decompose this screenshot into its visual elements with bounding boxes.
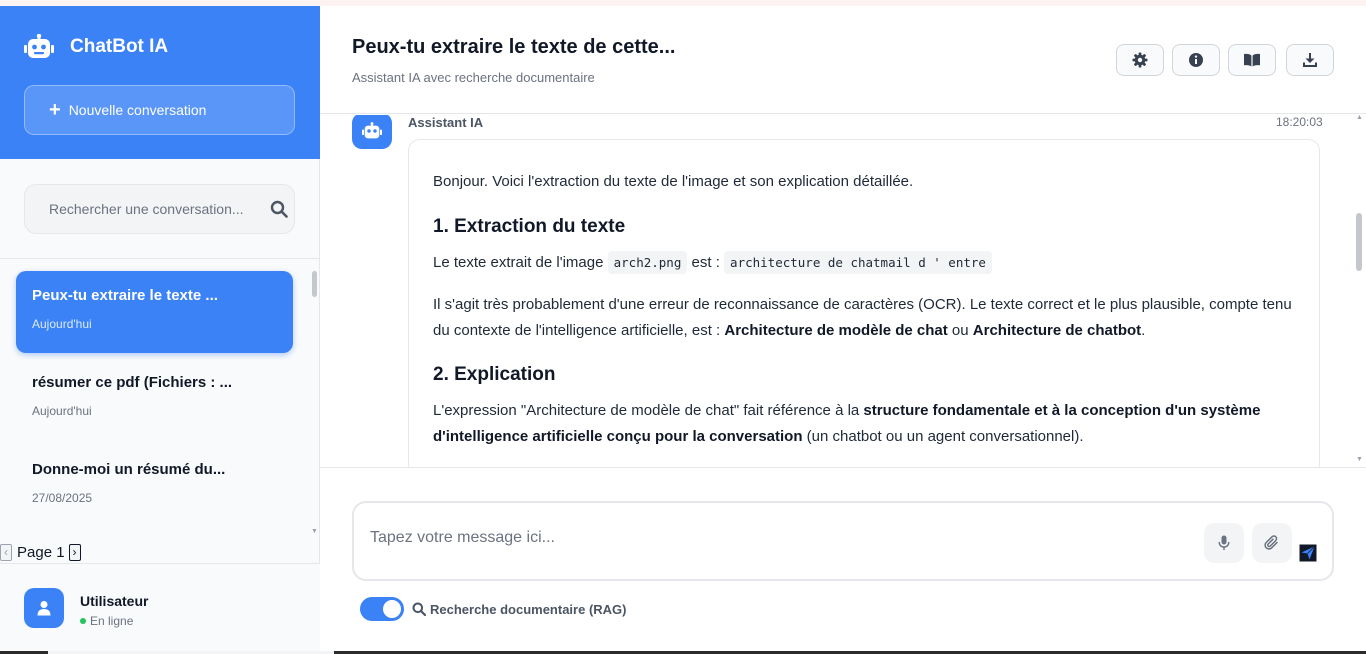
- inline-code: arch2.png: [607, 251, 688, 274]
- toggle-knob: [383, 600, 401, 618]
- book-icon: [1244, 53, 1260, 67]
- user-panel: Utilisateur En ligne: [0, 563, 320, 651]
- page-title: Peux-tu extraire le texte de cette...: [352, 36, 676, 58]
- search-icon: [412, 602, 426, 616]
- next-page-button[interactable]: ›: [68, 543, 81, 561]
- gear-icon: [1132, 52, 1148, 68]
- message-area: Assistant IA 18:20:03 Bonjour. Voici l'e…: [320, 115, 1366, 467]
- conversation-item-active[interactable]: Peux-tu extraire le texte ... Aujourd'hu…: [16, 271, 293, 353]
- scroll-up-arrow[interactable]: ▲: [1356, 114, 1363, 121]
- inline-code: architecture de chatmail d ' entre: [724, 251, 992, 274]
- prev-page-button[interactable]: ‹: [0, 543, 12, 561]
- conversation-title: Donne-moi un résumé du...: [32, 461, 226, 478]
- brand: ChatBot IA: [24, 34, 168, 60]
- section-heading: 1. Extraction du texte: [433, 216, 626, 237]
- text-span: est :: [687, 254, 725, 271]
- avatar[interactable]: [24, 588, 64, 628]
- pagination: ‹ Page 1 ›: [0, 542, 81, 562]
- plus-icon: +: [49, 99, 61, 121]
- scroll-down-arrow[interactable]: ▼: [311, 528, 318, 535]
- text-span: ou: [947, 322, 973, 339]
- conversation-item[interactable]: résumer ce pdf (Fichiers : ... Aujourd'h…: [16, 358, 293, 440]
- text-span: .: [1141, 322, 1146, 339]
- message-paragraph: Le texte extrait de l'image arch2.png es…: [433, 250, 1295, 276]
- app-title: ChatBot IA: [70, 36, 169, 57]
- robot-icon: [24, 34, 54, 58]
- assistant-message: Bonjour. Voici l'extraction du texte de …: [408, 139, 1320, 467]
- download-icon: [1303, 53, 1317, 67]
- chat-header: Peux-tu extraire le texte de cette... As…: [320, 6, 1366, 114]
- conversation-item[interactable]: Donne-moi un résumé du... 27/08/2025: [16, 445, 293, 527]
- conversation-date: Aujourd'hui: [32, 317, 92, 331]
- search-input[interactable]: [25, 185, 255, 233]
- section-heading: 2. Explication: [433, 364, 556, 385]
- documents-button[interactable]: [1228, 44, 1276, 76]
- bold-text: Architecture de modèle de chat: [724, 322, 948, 339]
- user-status: En ligne: [80, 614, 133, 628]
- message-paragraph: Il s'agit très probablement d'une erreur…: [433, 292, 1295, 344]
- conversation-list: Peux-tu extraire le texte ... Aujourd'hu…: [0, 259, 320, 539]
- user-name: Utilisateur: [80, 593, 149, 609]
- conversation-title: résumer ce pdf (Fichiers : ...: [32, 374, 233, 391]
- settings-button[interactable]: [1116, 44, 1164, 76]
- rag-label: Recherche documentaire (RAG): [412, 602, 627, 617]
- message-composer: [352, 501, 1334, 581]
- conversation-date: 27/08/2025: [32, 491, 93, 505]
- paperclip-icon: [1264, 535, 1278, 550]
- conversation-title: Peux-tu extraire le texte ...: [32, 287, 218, 304]
- rag-label-text: Recherche documentaire (RAG): [430, 601, 627, 617]
- info-button[interactable]: [1172, 44, 1220, 76]
- voice-button[interactable]: [1204, 523, 1244, 563]
- message-paragraph: L'expression "Architecture de modèle de …: [433, 398, 1295, 450]
- text-span: (un chatbot ou un agent conversationnel)…: [802, 428, 1084, 445]
- text-span: Le texte extrait de l'image: [433, 254, 608, 271]
- rag-control: Recherche documentaire (RAG): [360, 597, 627, 621]
- online-indicator: [80, 618, 86, 624]
- status-text: En ligne: [90, 614, 134, 628]
- text-span: L'expression "Architecture de modèle de …: [433, 402, 864, 419]
- user-icon: [37, 601, 51, 616]
- conversation-date: Aujourd'hui: [32, 404, 92, 418]
- search-icon[interactable]: [270, 200, 288, 218]
- conversation-search: [24, 184, 295, 234]
- bold-text: Architecture de chatbot: [972, 322, 1142, 339]
- sidebar-scrollbar[interactable]: [312, 271, 317, 297]
- new-conversation-label: Nouvelle conversation: [68, 102, 207, 118]
- page-label: Page 1: [17, 543, 65, 561]
- rag-toggle[interactable]: [360, 597, 404, 621]
- sidebar-header: ChatBot IA + Nouvelle conversation: [0, 6, 320, 159]
- bot-avatar: [352, 115, 392, 149]
- messages-scrollbar[interactable]: [1356, 213, 1362, 271]
- message-intro: Bonjour. Voici l'extraction du texte de …: [433, 173, 914, 190]
- new-conversation-button[interactable]: + Nouvelle conversation: [24, 85, 295, 135]
- message-author: Assistant IA: [408, 115, 484, 130]
- message-timestamp: 18:20:03: [1276, 115, 1323, 129]
- export-button[interactable]: [1286, 44, 1334, 76]
- composer-area: Recherche documentaire (RAG): [320, 467, 1366, 651]
- sidebar: ChatBot IA + Nouvelle conversation Peux-…: [0, 6, 320, 651]
- robot-icon: [362, 122, 382, 139]
- microphone-icon: [1218, 535, 1230, 550]
- send-icon[interactable]: [1299, 544, 1317, 562]
- attach-button[interactable]: [1252, 523, 1292, 563]
- info-icon: [1189, 53, 1203, 67]
- message-input[interactable]: [370, 523, 1190, 553]
- scroll-down-arrow[interactable]: ▼: [1356, 456, 1363, 463]
- page-subtitle: Assistant IA avec recherche documentaire: [352, 70, 595, 85]
